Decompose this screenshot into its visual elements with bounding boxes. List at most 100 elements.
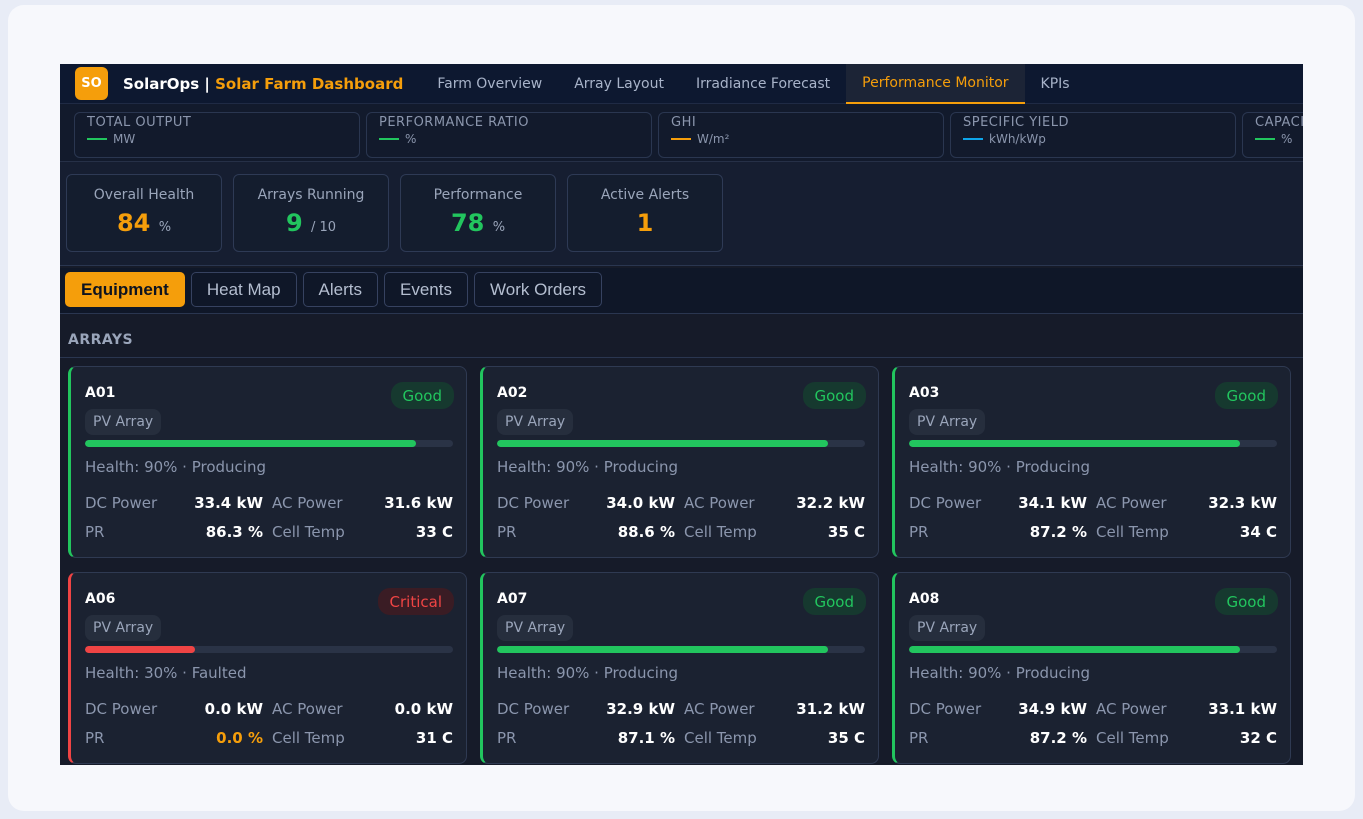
pr-row: PR 87.2 % Cell Temp 32 C [909, 729, 1277, 749]
pr-label: PR [497, 729, 517, 747]
dc-power-value: 32.9 kW [606, 700, 675, 718]
brand-separator: | [199, 74, 216, 93]
metric-label: TOTAL OUTPUT [87, 115, 192, 130]
array-type-tag: PV Array [85, 409, 162, 435]
brand-name: SolarOps [123, 74, 200, 93]
array-id: A07 [497, 591, 528, 607]
metric-unit: W/m² [697, 132, 730, 146]
summary-label: Arrays Running [257, 187, 365, 203]
array-type-tag: PV Array [909, 615, 986, 641]
nav-tabs: Farm Overview Array Layout Irradiance Fo… [421, 64, 1085, 104]
health-bar [497, 646, 865, 653]
health-bar-fill [497, 440, 829, 447]
ac-power-label: AC Power [684, 700, 755, 718]
array-card[interactable]: A07 Good PV Array Health: 90% · Producing DC… [480, 572, 879, 764]
cell-temp-value: 35 C [827, 729, 865, 747]
dc-power-label: DC Power [85, 494, 158, 512]
dc-power-label: DC Power [497, 700, 570, 718]
power-row: DC Power 34.9 kW AC Power 33.1 kW [909, 700, 1277, 720]
tab-events[interactable]: Events [384, 272, 468, 307]
metric-label: PERFORMANCE RATIO [379, 115, 529, 130]
nav-tab-farm-overview[interactable]: Farm Overview [421, 64, 558, 104]
status-badge: Critical [377, 588, 454, 615]
cell-temp-label: Cell Temp [1096, 729, 1169, 747]
pr-label: PR [85, 523, 105, 541]
power-row: DC Power 0.0 kW AC Power 0.0 kW [85, 700, 453, 720]
summary-unit: % [158, 220, 172, 235]
array-id: A03 [909, 385, 940, 401]
summary-number: 1 [636, 209, 654, 237]
health-text: Health: 90% · Producing [497, 458, 678, 476]
array-type-tag: PV Array [497, 409, 574, 435]
status-badge: Good [1214, 588, 1278, 615]
array-card[interactable]: A03 Good PV Array Health: 90% · Producing DC… [892, 366, 1291, 558]
power-row: DC Power 32.9 kW AC Power 31.2 kW [497, 700, 865, 720]
nav-tab-performance-monitor[interactable]: Performance Monitor [846, 64, 1025, 104]
pr-row: PR 87.2 % Cell Temp 34 C [909, 523, 1277, 543]
ac-power-label: AC Power [1096, 494, 1167, 512]
status-badge: Good [802, 382, 866, 409]
array-card[interactable]: A02 Good PV Array Health: 90% · Producing DC… [480, 366, 879, 558]
power-row: DC Power 34.1 kW AC Power 32.3 kW [909, 494, 1277, 514]
tab-work-orders[interactable]: Work Orders [474, 272, 603, 307]
pr-label: PR [497, 523, 517, 541]
status-badge: Good [1214, 382, 1278, 409]
array-card[interactable]: A06 Critical PV Array Health: 30% · Faulted… [68, 572, 467, 764]
dc-power-label: DC Power [909, 700, 982, 718]
array-type-tag: PV Array [85, 615, 162, 641]
pr-value: 0.0 % [216, 729, 263, 747]
pr-value: 87.2 % [1029, 523, 1087, 541]
metric-unit: MW [113, 132, 136, 146]
pr-value: 87.1 % [617, 729, 675, 747]
metric-performance-ratio: PERFORMANCE RATIO % [366, 112, 652, 158]
metric-total-output: TOTAL OUTPUT MW [74, 112, 360, 158]
dc-power-label: DC Power [497, 494, 570, 512]
nav-tab-irradiance-forecast[interactable]: Irradiance Forecast [680, 64, 846, 104]
summary-value: 84 % [67, 209, 221, 237]
pr-label: PR [909, 523, 929, 541]
nav-tab-array-layout[interactable]: Array Layout [558, 64, 680, 104]
summary-label: Active Alerts [600, 187, 690, 203]
brand-title: Solar Farm Dashboard [215, 74, 404, 93]
metrics-strip: TOTAL OUTPUT MW PERFORMANCE RATIO % GHI … [60, 104, 1303, 162]
array-card[interactable]: A08 Good PV Array Health: 90% · Producing DC… [892, 572, 1291, 764]
app-title: SolarOps | Solar Farm Dashboard [123, 75, 403, 93]
metric-value: W/m² [671, 132, 931, 146]
trend-dash-icon [1255, 138, 1275, 140]
health-text: Health: 90% · Producing [85, 458, 266, 476]
metric-label: GHI [671, 115, 697, 130]
summary-unit: / 10 [311, 220, 337, 235]
cell-temp-value: 32 C [1239, 729, 1277, 747]
top-nav: SO SolarOps | Solar Farm Dashboard Farm … [60, 64, 1303, 104]
summary-value: 1 [568, 209, 722, 237]
ac-power-label: AC Power [1096, 700, 1167, 718]
cell-temp-value: 31 C [415, 729, 453, 747]
power-row: DC Power 34.0 kW AC Power 32.2 kW [497, 494, 865, 514]
array-id: A02 [497, 385, 528, 401]
pr-value: 86.3 % [205, 523, 263, 541]
dc-power-label: DC Power [909, 494, 982, 512]
health-bar-fill [909, 440, 1241, 447]
tab-heat-map[interactable]: Heat Map [190, 272, 297, 307]
health-text: Health: 90% · Producing [909, 664, 1090, 682]
tab-equipment[interactable]: Equipment [65, 272, 185, 307]
metric-capacity-factor: CAPACITY FACTOR % [1242, 112, 1303, 158]
metric-ghi: GHI W/m² [658, 112, 944, 158]
cell-temp-value: 34 C [1239, 523, 1277, 541]
metric-unit: % [405, 132, 417, 146]
summary-number: 84 [116, 209, 151, 237]
array-card[interactable]: A01 Good PV Array Health: 90% · Producing DC… [68, 366, 467, 558]
summary-performance: Performance 78 % [400, 174, 556, 252]
tab-alerts[interactable]: Alerts [302, 272, 379, 307]
pr-row: PR 88.6 % Cell Temp 35 C [497, 523, 865, 543]
metric-specific-yield: SPECIFIC YIELD kWh/kWp [950, 112, 1236, 158]
nav-tab-kpis[interactable]: KPIs [1025, 64, 1086, 104]
trend-dash-icon [379, 138, 399, 140]
trend-dash-icon [87, 138, 107, 140]
pr-value: 87.2 % [1029, 729, 1087, 747]
summary-unit: % [492, 220, 506, 235]
ac-power-value: 31.2 kW [796, 700, 865, 718]
pr-value: 88.6 % [617, 523, 675, 541]
pr-row: PR 86.3 % Cell Temp 33 C [85, 523, 453, 543]
health-bar-fill [85, 646, 196, 653]
